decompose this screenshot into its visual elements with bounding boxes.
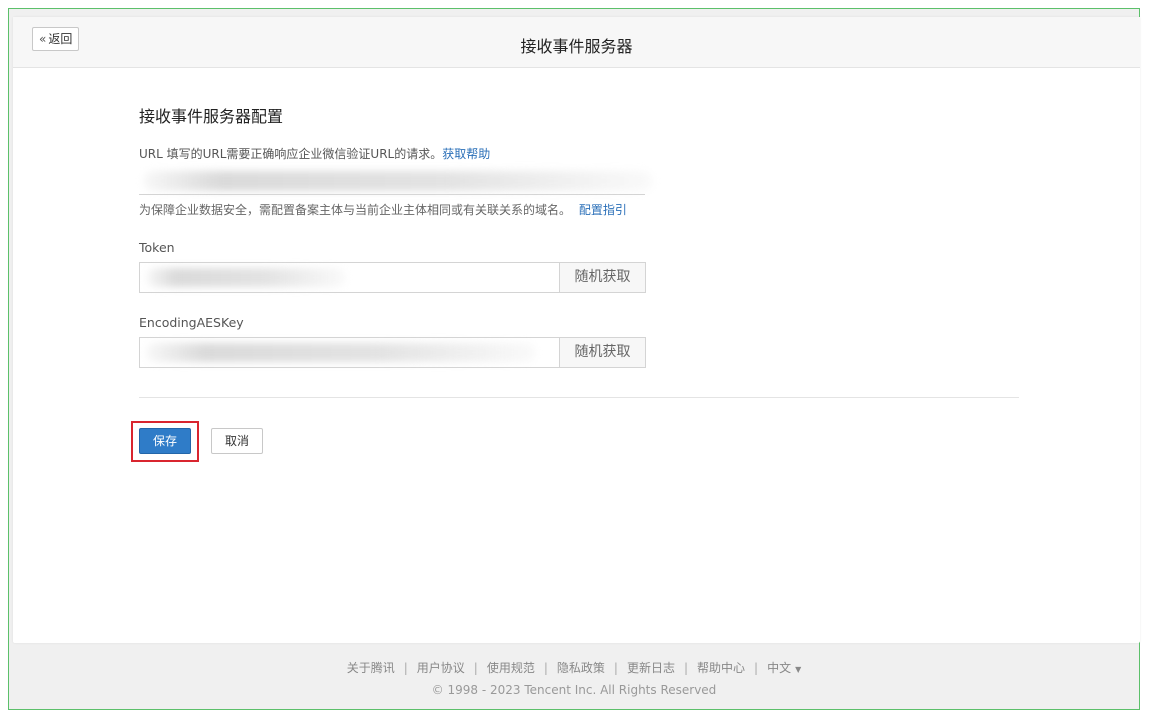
footer-link-help-center[interactable]: 帮助中心 [697, 659, 745, 676]
page-frame: « 返回 接收事件服务器 接收事件服务器配置 URL 填写的URL需要正确响应企… [8, 8, 1140, 710]
language-label: 中文 [767, 661, 792, 675]
aes-key-random-button[interactable]: 随机获取 [559, 338, 645, 367]
cancel-button[interactable]: 取消 [211, 428, 263, 454]
token-random-button[interactable]: 随机获取 [559, 263, 645, 292]
aes-key-label: EncodingAESKey [139, 315, 244, 330]
url-hint: 为保障企业数据安全，需配置备案主体与当前企业主体相同或有关联关系的域名。 配置指… [139, 201, 627, 218]
top-bar: « 返回 接收事件服务器 [13, 17, 1140, 68]
footer-link-changelog[interactable]: 更新日志 [627, 659, 675, 676]
form-divider [139, 397, 1019, 398]
aes-key-input[interactable] [140, 338, 560, 367]
footer-links: 关于腾讯 | 用户协议 | 使用规范 | 隐私政策 | 更新日志 | 帮助中心 … [9, 659, 1139, 676]
caret-down-icon: ▼ [795, 665, 802, 674]
footer-separator: | [403, 660, 408, 675]
main-card: « 返回 接收事件服务器 接收事件服务器配置 URL 填写的URL需要正确响应企… [13, 17, 1140, 643]
footer-link-privacy[interactable]: 隐私政策 [557, 659, 605, 676]
url-hint-text: 为保障企业数据安全，需配置备案主体与当前企业主体相同或有关联关系的域名。 [139, 203, 572, 217]
token-label: Token [139, 240, 175, 255]
footer-separator: | [613, 660, 618, 675]
footer-link-usage-rules[interactable]: 使用规范 [487, 659, 535, 676]
url-label: URL 填写的URL需要正确响应企业微信验证URL的请求。获取帮助 [139, 145, 490, 162]
url-label-text: URL 填写的URL需要正确响应企业微信验证URL的请求。 [139, 147, 443, 161]
section-title: 接收事件服务器配置 [139, 107, 284, 126]
aes-key-input-group: 随机获取 [139, 337, 646, 368]
help-link[interactable]: 获取帮助 [442, 147, 490, 161]
language-selector[interactable]: 中文 ▼ [767, 659, 801, 676]
footer-separator: | [754, 660, 759, 675]
redacted-aes-key-value [146, 343, 536, 362]
redacted-token-value [146, 268, 346, 287]
token-input[interactable] [140, 263, 560, 292]
page-title: 接收事件服务器 [520, 37, 633, 56]
save-button[interactable]: 保存 [139, 428, 191, 454]
copyright: © 1998 - 2023 Tencent Inc. All Rights Re… [431, 683, 717, 697]
guide-link[interactable]: 配置指引 [579, 203, 627, 217]
footer: 关于腾讯 | 用户协议 | 使用规范 | 隐私政策 | 更新日志 | 帮助中心 … [9, 659, 1139, 698]
token-input-group: 随机获取 [139, 262, 646, 293]
footer-link-about[interactable]: 关于腾讯 [347, 659, 395, 676]
url-input[interactable] [139, 167, 653, 195]
footer-separator: | [473, 660, 478, 675]
redacted-url-value [143, 171, 653, 191]
footer-separator: | [543, 660, 548, 675]
footer-link-agreement[interactable]: 用户协议 [417, 659, 465, 676]
footer-separator: | [683, 660, 689, 675]
